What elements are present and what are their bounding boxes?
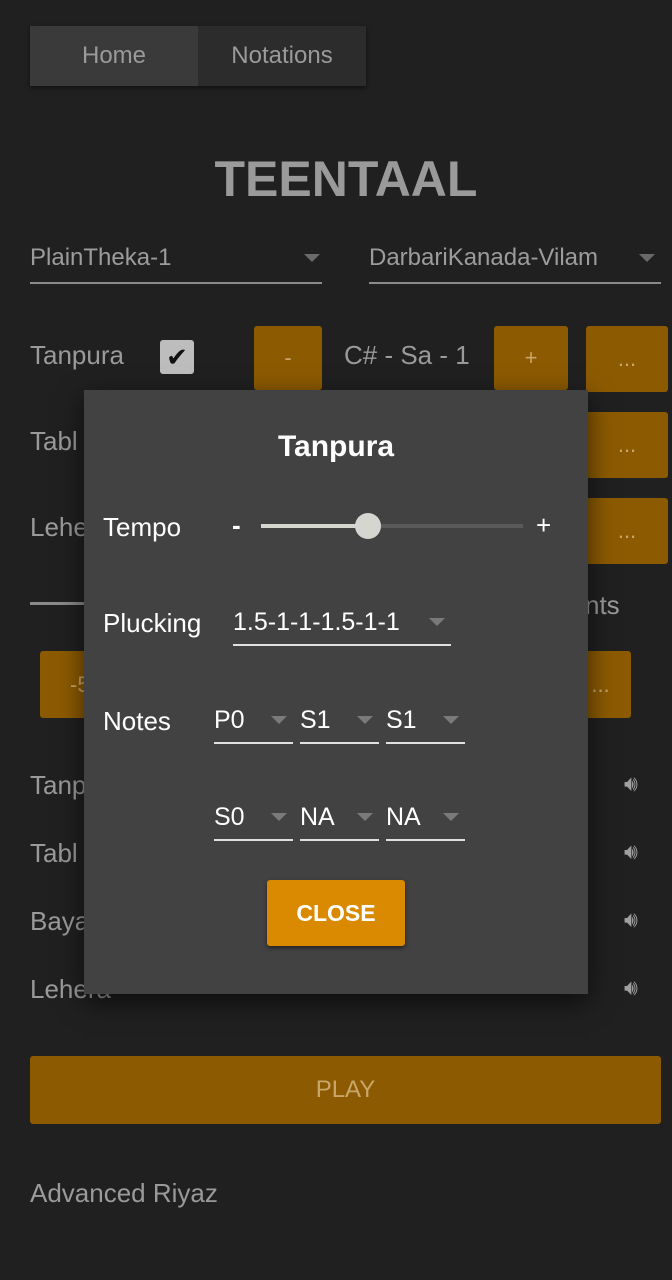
chevron-down-icon [443, 716, 459, 724]
dialog-title: Tanpura [277, 430, 395, 463]
note-value: NA [386, 802, 421, 831]
plucking-value: 1.5-1-1-1.5-1-1 [233, 607, 400, 636]
note-select-2[interactable]: S1 [300, 698, 379, 744]
volume-label-bayan: Baya [30, 906, 90, 936]
chevron-down-icon [271, 813, 287, 821]
divider [30, 602, 90, 605]
volume-label-tabla: Tabl [30, 838, 78, 868]
raga-value: DarbariKanada-Vilam [369, 244, 599, 271]
tempo-slider[interactable] [261, 513, 523, 539]
tanpura-more-button[interactable]: ... [586, 326, 668, 392]
chevron-down-icon [357, 813, 373, 821]
volume-label-tanpura: Tanp [30, 770, 87, 800]
tempo-label: Tempo [103, 512, 182, 542]
volume-icon[interactable]: 🔊︎ [624, 839, 638, 865]
chevron-down-icon [271, 716, 287, 724]
tempo-plus-button[interactable]: + [536, 510, 551, 541]
chevron-down-icon [304, 254, 320, 262]
volume-icon[interactable]: 🔊︎ [624, 907, 638, 933]
tanpura-label: Tanpura [30, 340, 124, 370]
lehera-label: Lehe [30, 512, 88, 542]
theka-value: PlainTheka-1 [30, 244, 172, 271]
right-label: nts [585, 590, 620, 620]
close-button[interactable]: CLOSE [267, 880, 405, 946]
pitch-minus-button[interactable]: - [254, 326, 322, 390]
tab-home[interactable]: Home [30, 26, 198, 86]
top-tabs: Home Notations [30, 26, 366, 86]
note-value: P0 [214, 705, 245, 734]
note-value: S1 [386, 705, 417, 734]
volume-icon[interactable]: 🔊︎ [624, 771, 638, 797]
tabla-more-button[interactable]: ... [586, 412, 668, 478]
advanced-riyaz-link[interactable]: Advanced Riyaz [30, 1178, 218, 1209]
note-value: S1 [300, 705, 331, 734]
theka-select[interactable]: PlainTheka-1 [30, 234, 322, 284]
chevron-down-icon [357, 716, 373, 724]
plucking-label: Plucking [103, 608, 202, 638]
note-select-1[interactable]: P0 [214, 698, 293, 744]
tanpura-dialog: Tanpura Tempo - + Plucking 1.5-1-1-1.5-1… [84, 390, 588, 994]
page-title: TEENTAAL [214, 151, 478, 207]
plucking-select[interactable]: 1.5-1-1-1.5-1-1 [233, 600, 451, 646]
note-value: NA [300, 802, 335, 831]
note-value: S0 [214, 802, 245, 831]
tempo-slider-thumb[interactable] [355, 513, 382, 539]
tempo-slider-fill [261, 524, 369, 528]
lehera-more-button[interactable]: ... [586, 498, 668, 564]
volume-icon[interactable]: 🔊︎ [624, 975, 638, 1001]
tanpura-checkbox[interactable]: ✔ [160, 340, 194, 374]
chevron-down-icon [443, 813, 459, 821]
notes-label: Notes [103, 706, 171, 736]
note-select-6[interactable]: NA [386, 795, 465, 841]
raga-select[interactable]: DarbariKanada-Vilam [369, 234, 661, 284]
chevron-down-icon [429, 618, 445, 626]
tabla-label: Tabl [30, 426, 78, 456]
tempo-minus-button[interactable]: - [232, 510, 241, 541]
note-select-3[interactable]: S1 [386, 698, 465, 744]
pitch-plus-button[interactable]: + [494, 326, 568, 390]
chevron-down-icon [639, 254, 655, 262]
note-select-5[interactable]: NA [300, 795, 379, 841]
play-button[interactable]: PLAY [30, 1056, 661, 1124]
tab-notations[interactable]: Notations [198, 26, 366, 86]
note-select-4[interactable]: S0 [214, 795, 293, 841]
pitch-value: C# - Sa - 1 [344, 340, 470, 370]
